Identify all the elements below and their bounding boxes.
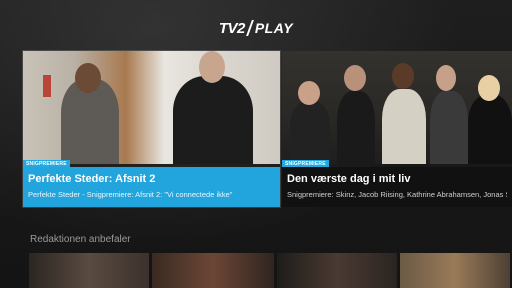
- logo-tv2-text: TV2: [218, 19, 246, 37]
- featured-thumbnail: [282, 51, 512, 164]
- recommended-tile[interactable]: [152, 253, 274, 288]
- recommended-row: [29, 253, 512, 288]
- recommended-tile[interactable]: [277, 253, 397, 288]
- featured-info-panel: Perfekte Steder: Afsnit 2 Perfekte Stede…: [23, 167, 280, 207]
- person-figure: [468, 95, 512, 164]
- featured-title: Perfekte Steder: Afsnit 2: [28, 173, 156, 185]
- person-figure: [290, 101, 330, 164]
- featured-subtitle: Perfekte Steder - Snigpremiere: Afsnit 2…: [28, 190, 233, 199]
- tv2-play-logo: TV2 PLAY: [0, 18, 512, 38]
- person-head: [199, 51, 225, 83]
- person-head: [75, 63, 101, 93]
- person-head: [344, 65, 366, 91]
- person-head: [478, 75, 500, 101]
- person-figure: [173, 76, 253, 164]
- person-figure: [382, 89, 426, 164]
- logo-play-text: PLAY: [254, 20, 294, 36]
- featured-card-perfekte-steder[interactable]: SNIGPREMIERE Perfekte Steder: Afsnit 2 P…: [23, 51, 280, 207]
- featured-thumbnail: [23, 51, 280, 164]
- recommended-tile[interactable]: [400, 253, 510, 288]
- person-head: [298, 81, 320, 105]
- recommended-tile[interactable]: [29, 253, 149, 288]
- featured-info-panel: Den værste dag i mit liv Snigpremiere: S…: [282, 167, 512, 207]
- featured-subtitle: Snigpremiere: Skinz, Jacob Riising, Kath…: [287, 190, 507, 199]
- logo-slash: [245, 20, 254, 36]
- featured-title: Den værste dag i mit liv: [287, 173, 411, 185]
- featured-card-den-vaerste-dag[interactable]: SNIGPREMIERE Den værste dag i mit liv Sn…: [282, 51, 512, 207]
- section-title-redaktionen-anbefaler: Redaktionen anbefaler: [30, 234, 131, 245]
- sign-decoration: [43, 75, 51, 97]
- person-head: [436, 65, 456, 91]
- person-head: [392, 63, 414, 89]
- person-figure: [337, 91, 375, 164]
- person-figure: [430, 91, 468, 164]
